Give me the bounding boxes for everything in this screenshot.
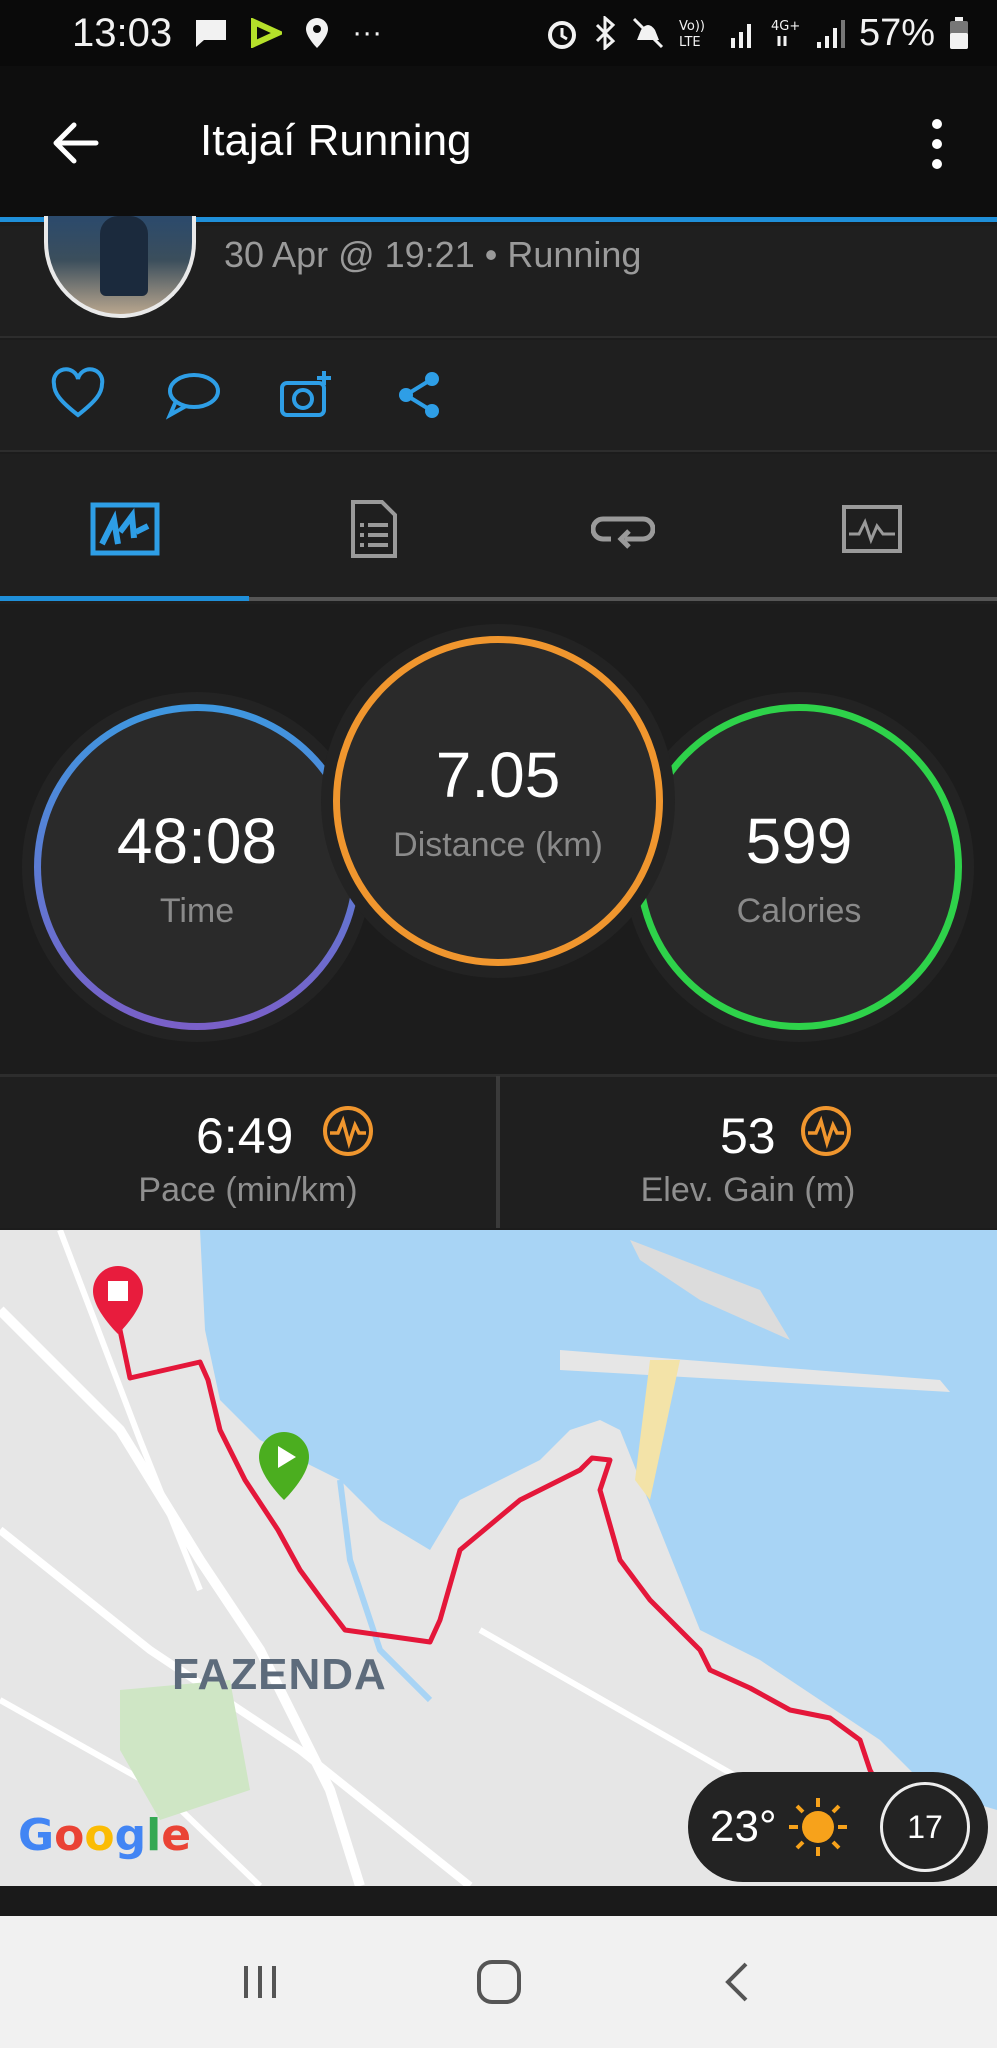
overview-chart-icon <box>90 502 159 556</box>
system-navigation-bar <box>0 1916 997 2048</box>
laps-loop-icon <box>590 516 655 549</box>
signal-icon <box>816 20 845 48</box>
svg-text:LTE: LTE <box>679 35 701 50</box>
home-icon[interactable] <box>469 1952 529 2012</box>
battery-icon <box>950 17 968 49</box>
activity-subtitle: 30 Apr @ 19:21 • Running <box>224 234 642 275</box>
time-label: Time <box>159 891 235 930</box>
charts-graph-icon <box>841 505 902 553</box>
overflow-menu-icon[interactable] <box>927 118 947 170</box>
svg-text:4G+: 4G+ <box>771 19 800 34</box>
activity-header: 30 Apr @ 19:21 • Running <box>0 216 997 338</box>
tab-overview[interactable] <box>0 454 249 604</box>
status-time: 13:03 <box>72 10 173 55</box>
summary-stats: 48:08 Time 599 Calories 7.05 Distance (k… <box>0 604 997 1074</box>
add-photo-icon[interactable] <box>278 367 334 423</box>
alarm-icon <box>547 21 576 49</box>
back-icon[interactable] <box>708 1952 768 2012</box>
tab-laps[interactable] <box>498 454 747 604</box>
data-4g-icon: 4G+ <box>771 19 800 46</box>
activity-tabs <box>0 454 997 604</box>
battery-percent: 57% <box>858 11 935 54</box>
tab-charts[interactable] <box>747 454 996 604</box>
distance-circle[interactable]: 7.05 Distance (km) <box>333 636 663 966</box>
social-actions <box>0 340 997 452</box>
elevation-value: 53 <box>720 1108 776 1164</box>
comment-icon[interactable] <box>164 367 220 423</box>
pace-metric: 6:49 Pace (min/km) <box>0 1077 496 1231</box>
map-place-label: FAZENDA <box>172 1650 387 1699</box>
share-icon[interactable] <box>392 367 448 423</box>
app-bar: Itajaí Running <box>0 66 997 222</box>
avatar[interactable] <box>44 216 196 318</box>
bluetooth-icon <box>595 16 616 50</box>
pace-value: 6:49 <box>196 1108 294 1164</box>
weather-temperature: 23° <box>710 1802 777 1851</box>
mute-icon <box>632 17 663 49</box>
distance-value: 7.05 <box>435 738 561 811</box>
bottom-divider <box>0 1886 997 1916</box>
volte-icon: Vo))LTE <box>679 19 705 50</box>
back-arrow-icon[interactable] <box>50 118 100 168</box>
calories-label: Calories <box>736 891 862 930</box>
active-tab-indicator <box>0 596 249 601</box>
calories-circle[interactable]: 599 Calories <box>636 704 962 1030</box>
details-document-icon <box>350 500 397 558</box>
page-title: Itajaí Running <box>200 116 472 165</box>
recent-apps-icon[interactable] <box>230 1952 290 2012</box>
elevation-label: Elev. Gain (m) <box>640 1171 856 1209</box>
time-value: 48:08 <box>116 804 278 877</box>
message-icon <box>196 20 227 47</box>
calories-value: 599 <box>745 804 853 877</box>
pace-label: Pace (min/km) <box>138 1171 358 1209</box>
sun-icon <box>788 1798 847 1856</box>
google-logo: Google <box>18 1810 192 1861</box>
weather-chip[interactable]: 23° 17 <box>688 1772 988 1882</box>
wind-speed-value: 17 <box>907 1808 943 1845</box>
pace-trend-icon[interactable] <box>322 1105 374 1157</box>
finish-marker-icon <box>93 1266 143 1334</box>
time-circle[interactable]: 48:08 Time <box>34 704 360 1030</box>
more-notifications-icon: ··· <box>352 16 383 49</box>
elevation-trend-icon[interactable] <box>800 1105 852 1157</box>
metric-divider <box>496 1076 500 1228</box>
wind-speed: 17 <box>880 1782 970 1872</box>
tab-track <box>249 597 997 601</box>
distance-label: Distance (km) <box>393 825 603 864</box>
status-bar: 13:03 ··· Vo)) LTE 4G+ 57% <box>0 0 997 66</box>
app-notification-icon <box>251 18 283 48</box>
like-heart-icon[interactable] <box>50 367 106 423</box>
signal-roaming-icon <box>730 24 751 48</box>
start-marker-icon <box>259 1432 309 1500</box>
location-icon <box>306 18 329 48</box>
elevation-metric: 53 Elev. Gain (m) <box>500 1077 996 1231</box>
svg-text:Vo)): Vo)) <box>679 19 705 34</box>
tab-details[interactable] <box>249 454 498 604</box>
